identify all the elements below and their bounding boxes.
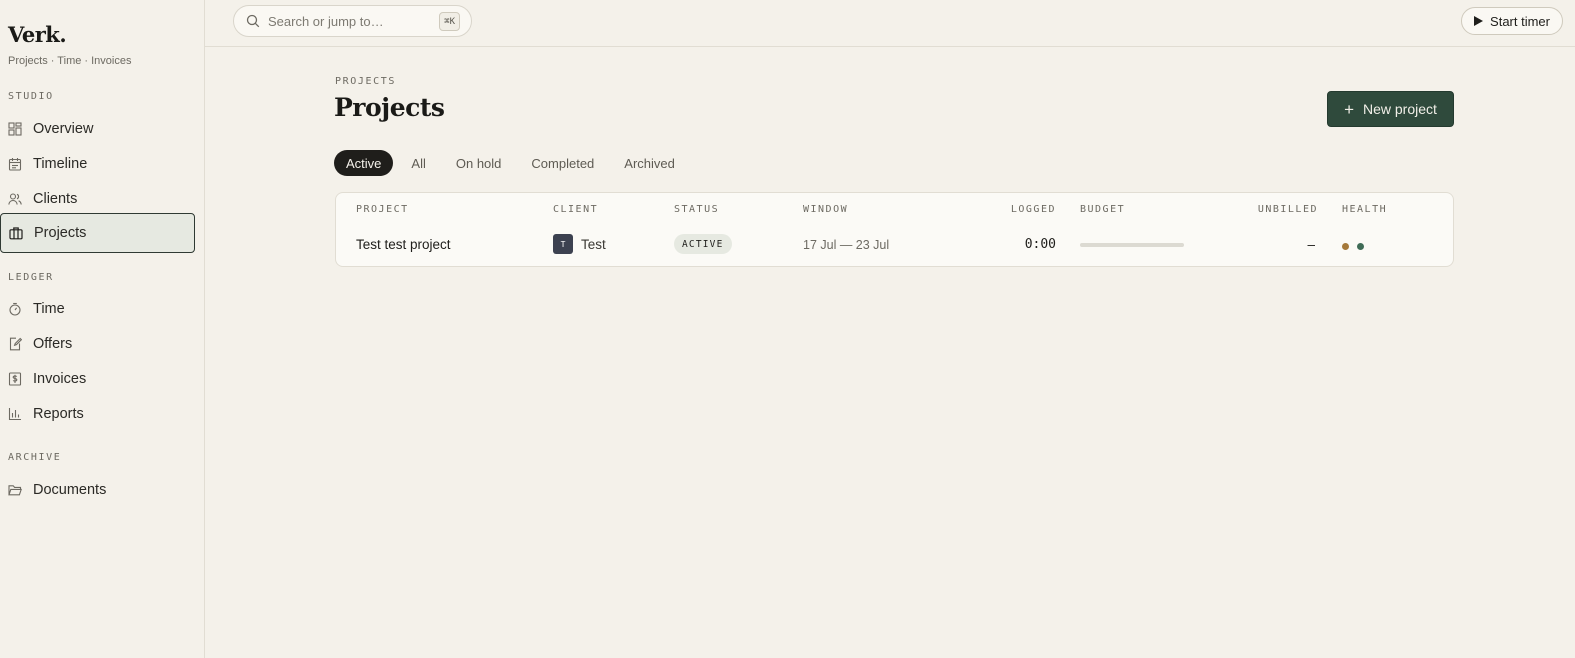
column-header-project[interactable]: PROJECT — [356, 204, 409, 215]
filter-tabs: Active All On hold Completed Archived — [334, 150, 693, 176]
tab-active[interactable]: Active — [334, 150, 394, 176]
column-header-budget[interactable]: BUDGET — [1080, 204, 1125, 215]
column-header-health[interactable]: HEALTH — [1342, 204, 1387, 215]
sidebar-item-label: Documents — [33, 482, 107, 498]
logged-time: 0:00 — [1024, 237, 1056, 252]
new-project-label: New project — [1363, 101, 1437, 117]
briefcase-icon — [9, 226, 23, 240]
play-icon — [1474, 16, 1484, 26]
projects-table: PROJECT CLIENT STATUS WINDOW LOGGED BUDG… — [335, 192, 1454, 267]
column-header-unbilled[interactable]: UNBILLED — [1258, 204, 1318, 215]
start-timer-button[interactable]: Start timer — [1461, 7, 1563, 35]
start-timer-label: Start timer — [1490, 13, 1550, 29]
tab-on-hold[interactable]: On hold — [444, 150, 514, 176]
bar-chart-icon — [8, 407, 22, 421]
folder-icon — [8, 483, 22, 497]
grid-icon — [8, 122, 22, 136]
sidebar: Verk. Projects · Time · Invoices STUDIO … — [0, 0, 205, 658]
sidebar-item-overview[interactable]: Overview — [0, 109, 195, 149]
calendar-icon — [8, 157, 22, 171]
search-box[interactable]: ⌘K — [233, 5, 472, 37]
budget-progress-bar — [1080, 243, 1184, 247]
sidebar-item-invoices[interactable]: Invoices — [0, 359, 195, 399]
brand-tagline: Projects · Time · Invoices — [8, 55, 132, 67]
section-label-archive: ARCHIVE — [8, 452, 62, 463]
health-indicator-budget — [1342, 243, 1349, 250]
page-eyebrow: PROJECTS — [335, 76, 396, 87]
table-row[interactable]: Test test project T Test ACTIVE 17 Jul —… — [336, 227, 1453, 267]
sidebar-item-timeline[interactable]: Timeline — [0, 144, 195, 184]
new-project-button[interactable]: + New project — [1327, 91, 1454, 127]
section-label-studio: STUDIO — [8, 91, 54, 102]
sidebar-item-label: Reports — [33, 406, 84, 422]
column-header-logged[interactable]: LOGGED — [1011, 204, 1056, 215]
sidebar-item-label: Clients — [33, 191, 78, 207]
sidebar-item-label: Time — [33, 301, 65, 317]
keyboard-shortcut-hint: ⌘K — [439, 12, 460, 31]
section-label-ledger: LEDGER — [8, 272, 54, 283]
unbilled-amount: – — [1307, 237, 1315, 252]
sidebar-item-time[interactable]: Time — [0, 289, 195, 329]
sidebar-item-label: Invoices — [33, 371, 87, 387]
search-input[interactable] — [268, 13, 428, 29]
sidebar-item-documents[interactable]: Documents — [0, 470, 195, 510]
tab-archived[interactable]: Archived — [612, 150, 687, 176]
health-indicator-schedule — [1357, 243, 1364, 250]
status-badge: ACTIVE — [674, 234, 732, 254]
tab-completed[interactable]: Completed — [519, 150, 606, 176]
sidebar-item-label: Projects — [34, 225, 87, 241]
client-name[interactable]: Test — [581, 237, 606, 252]
project-window: 17 Jul — 23 Jul — [803, 238, 890, 252]
sidebar-item-label: Overview — [33, 121, 94, 137]
sidebar-item-reports[interactable]: Reports — [0, 394, 195, 434]
project-name[interactable]: Test test project — [356, 237, 451, 252]
brand-logo: Verk. — [8, 22, 67, 47]
column-header-status[interactable]: STATUS — [674, 204, 719, 215]
users-icon — [8, 192, 22, 206]
sidebar-item-label: Offers — [33, 336, 73, 352]
topbar: ⌘K Start timer — [205, 0, 1575, 47]
sidebar-item-projects[interactable]: Projects — [0, 213, 195, 253]
stopwatch-icon — [8, 302, 22, 316]
column-header-window[interactable]: WINDOW — [803, 204, 848, 215]
search-icon — [246, 14, 260, 28]
dollar-receipt-icon — [8, 372, 22, 386]
plus-icon: + — [1344, 99, 1354, 119]
client-avatar: T — [553, 234, 573, 254]
page-title: Projects — [334, 93, 445, 122]
column-header-client[interactable]: CLIENT — [553, 204, 598, 215]
sidebar-item-label: Timeline — [33, 156, 88, 172]
tab-all[interactable]: All — [399, 150, 437, 176]
edit-document-icon — [8, 337, 22, 351]
sidebar-item-offers[interactable]: Offers — [0, 324, 195, 364]
